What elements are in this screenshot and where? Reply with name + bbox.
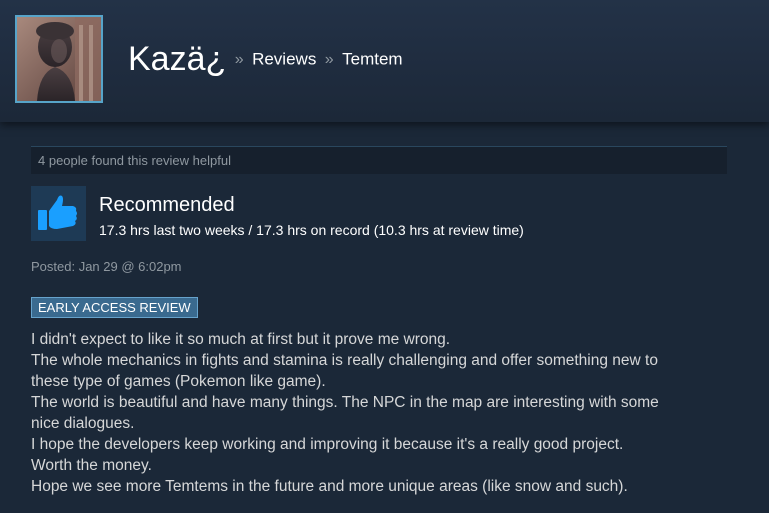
posted-date: Posted: Jan 29 @ 6:02pm: [31, 259, 182, 274]
breadcrumb: Kazä¿ » Reviews » Temtem: [128, 40, 403, 79]
review-line: I didn't expect to like it so much at fi…: [31, 331, 451, 348]
review-body: I didn't expect to like it so much at fi…: [31, 329, 751, 497]
breadcrumb-separator: »: [234, 50, 244, 68]
review-line: The whole mechanics in fights and stamin…: [31, 352, 658, 369]
helpful-count-text: 4 people found this review helpful: [38, 153, 231, 168]
avatar[interactable]: [15, 15, 103, 103]
recommendation-verdict: Recommended: [99, 194, 235, 216]
playtime-text: 17.3 hrs last two weeks / 17.3 hrs on re…: [99, 222, 524, 238]
statue-avatar-image: [17, 17, 101, 101]
review-line: nice dialogues.: [31, 415, 135, 432]
username-link[interactable]: Kazä¿: [128, 40, 226, 78]
helpful-bar: 4 people found this review helpful: [31, 146, 727, 174]
early-access-badge: EARLY ACCESS REVIEW: [31, 297, 198, 318]
review-line: these type of games (Pokemon like game).: [31, 373, 326, 390]
thumbs-up-icon: [31, 186, 86, 241]
review-line: The world is beautiful and have many thi…: [31, 394, 659, 411]
review-line: Worth the money.: [31, 457, 152, 474]
breadcrumb-game-link[interactable]: Temtem: [342, 50, 402, 69]
review-line: Hope we see more Temtems in the future a…: [31, 478, 628, 495]
breadcrumb-reviews-link[interactable]: Reviews: [252, 50, 316, 69]
breadcrumb-separator: »: [324, 50, 334, 68]
profile-header: Kazä¿ » Reviews » Temtem: [0, 0, 769, 122]
review-line: I hope the developers keep working and i…: [31, 436, 624, 453]
